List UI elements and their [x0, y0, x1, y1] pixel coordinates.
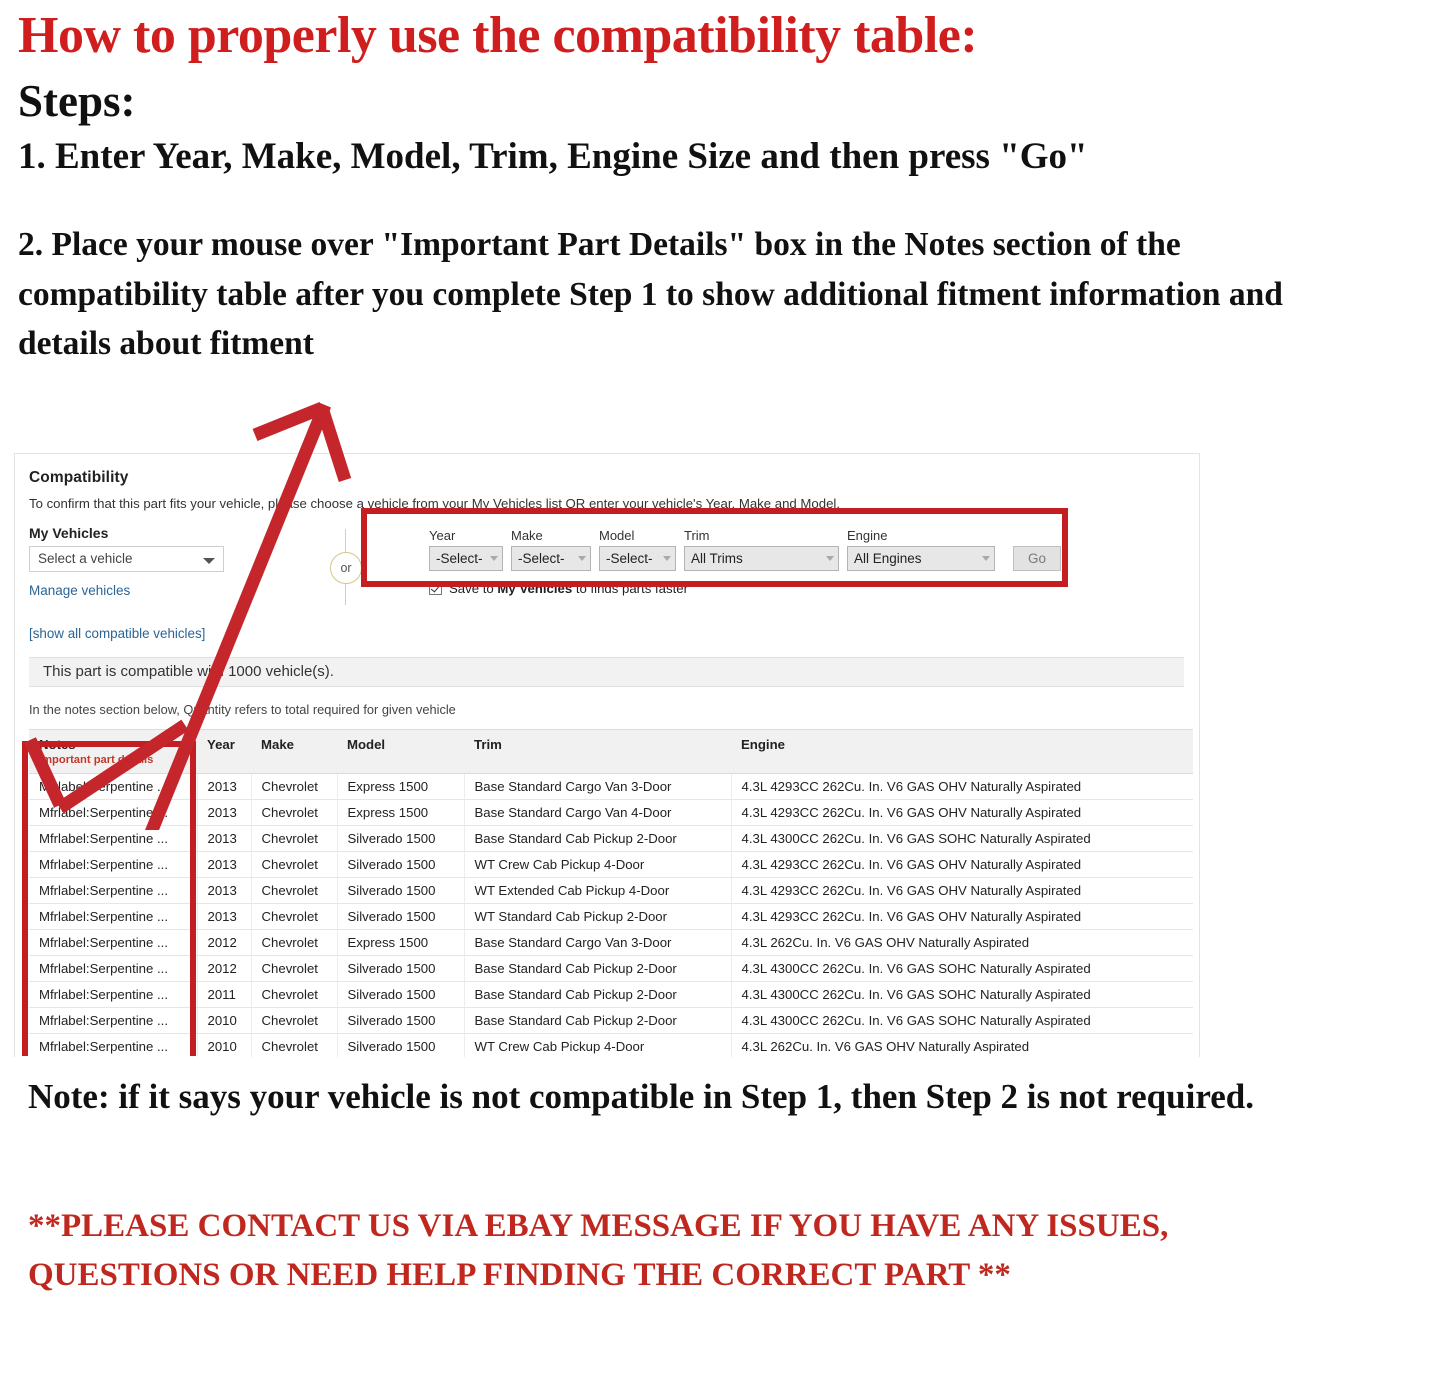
annotation-arrow: [24, 401, 352, 830]
cell-model: Silverado 1500: [337, 903, 465, 930]
table-row: Mfrlabel:Serpentine ... 2013 Chevrolet Silv…: [29, 877, 1193, 904]
cell-trim: Base Standard Cargo Van 3-Door: [464, 929, 732, 956]
table-row: Mfrlabel:Serpentine ... 2011 Chevrolet Silv…: [29, 981, 1193, 1008]
cell-trim: WT Standard Cab Pickup 2-Door: [464, 903, 732, 930]
footer-contact: **PLEASE CONTACT US VIA EBAY MESSAGE IF …: [28, 1208, 1169, 1293]
cell-year: 2010: [197, 1007, 252, 1034]
instructions-header: How to properly use the compatibility ta…: [18, 10, 1428, 369]
page-title: How to properly use the compatibility ta…: [18, 7, 978, 64]
cell-engine: 4.3L 4300CC 262Cu. In. V6 GAS SOHC Natur…: [731, 955, 1193, 982]
cell-engine: 4.3L 4293CC 262Cu. In. V6 GAS OHV Natura…: [731, 851, 1193, 878]
cell-year: 2012: [197, 929, 252, 956]
cell-make: Chevrolet: [251, 955, 338, 982]
cell-year: 2013: [197, 877, 252, 904]
step-2-text: 2. Place your mouse over "Important Part…: [18, 225, 1283, 363]
cell-make: Chevrolet: [251, 981, 338, 1008]
step-1-text: 1. Enter Year, Make, Model, Trim, Engine…: [18, 136, 1088, 178]
footer-note: Note: if it says your vehicle is not com…: [28, 1077, 1254, 1116]
cell-year: 2011: [197, 981, 252, 1008]
table-row: Mfrlabel:Serpentine ... 2010 Chevrolet Silv…: [29, 1007, 1193, 1034]
cell-make: Chevrolet: [251, 851, 338, 878]
cell-engine: 4.3L 262Cu. In. V6 GAS OHV Naturally Asp…: [731, 1033, 1193, 1057]
cell-make: Chevrolet: [251, 877, 338, 904]
cell-year: 2010: [197, 1033, 252, 1057]
cell-model: Express 1500: [337, 929, 465, 956]
cell-trim: WT Crew Cab Pickup 4-Door: [464, 851, 732, 878]
cell-engine: 4.3L 4293CC 262Cu. In. V6 GAS OHV Natura…: [731, 877, 1193, 904]
cell-engine: 4.3L 4293CC 262Cu. In. V6 GAS OHV Natura…: [731, 903, 1193, 930]
cell-model: Silverado 1500: [337, 877, 465, 904]
table-row: Mfrlabel:Serpentine ... 2013 Chevrolet Silv…: [29, 851, 1193, 878]
cell-make: Chevrolet: [251, 903, 338, 930]
cell-engine: 4.3L 4300CC 262Cu. In. V6 GAS SOHC Natur…: [731, 1007, 1193, 1034]
table-row: Mfrlabel:Serpentine ... 2012 Chevrolet Silv…: [29, 955, 1193, 982]
cell-engine: 4.3L 262Cu. In. V6 GAS OHV Naturally Asp…: [731, 929, 1193, 956]
cell-year: 2012: [197, 955, 252, 982]
cell-make: Chevrolet: [251, 1033, 338, 1057]
cell-trim: WT Crew Cab Pickup 4-Door: [464, 1033, 732, 1057]
table-row: Mfrlabel:Serpentine ... 2012 Chevrolet Expr…: [29, 929, 1193, 956]
cell-trim: WT Extended Cab Pickup 4-Door: [464, 877, 732, 904]
column-header-engine: Engine: [731, 729, 1193, 774]
cell-make: Chevrolet: [251, 929, 338, 956]
cell-trim: Base Standard Cab Pickup 2-Door: [464, 955, 732, 982]
cell-year: 2013: [197, 851, 252, 878]
cell-trim: Base Standard Cab Pickup 2-Door: [464, 1007, 732, 1034]
cell-engine: 4.3L 4293CC 262Cu. In. V6 GAS OHV Natura…: [731, 799, 1193, 826]
steps-label: Steps:: [18, 76, 136, 126]
table-row: Mfrlabel:Serpentine ... 2013 Chevrolet Silv…: [29, 903, 1193, 930]
cell-model: Silverado 1500: [337, 955, 465, 982]
cell-engine: 4.3L 4300CC 262Cu. In. V6 GAS SOHC Natur…: [731, 981, 1193, 1008]
cell-make: Chevrolet: [251, 1007, 338, 1034]
cell-engine: 4.3L 4300CC 262Cu. In. V6 GAS SOHC Natur…: [731, 825, 1193, 852]
cell-model: Silverado 1500: [337, 1007, 465, 1034]
cell-model: Silverado 1500: [337, 851, 465, 878]
cell-model: Silverado 1500: [337, 981, 465, 1008]
table-row: Mfrlabel:Serpentine ... 2010 Chevrolet Silv…: [29, 1033, 1193, 1057]
cell-trim: Base Standard Cab Pickup 2-Door: [464, 981, 732, 1008]
cell-engine: 4.3L 4293CC 262Cu. In. V6 GAS OHV Natura…: [731, 773, 1193, 800]
cell-model: Silverado 1500: [337, 1033, 465, 1057]
cell-year: 2013: [197, 903, 252, 930]
